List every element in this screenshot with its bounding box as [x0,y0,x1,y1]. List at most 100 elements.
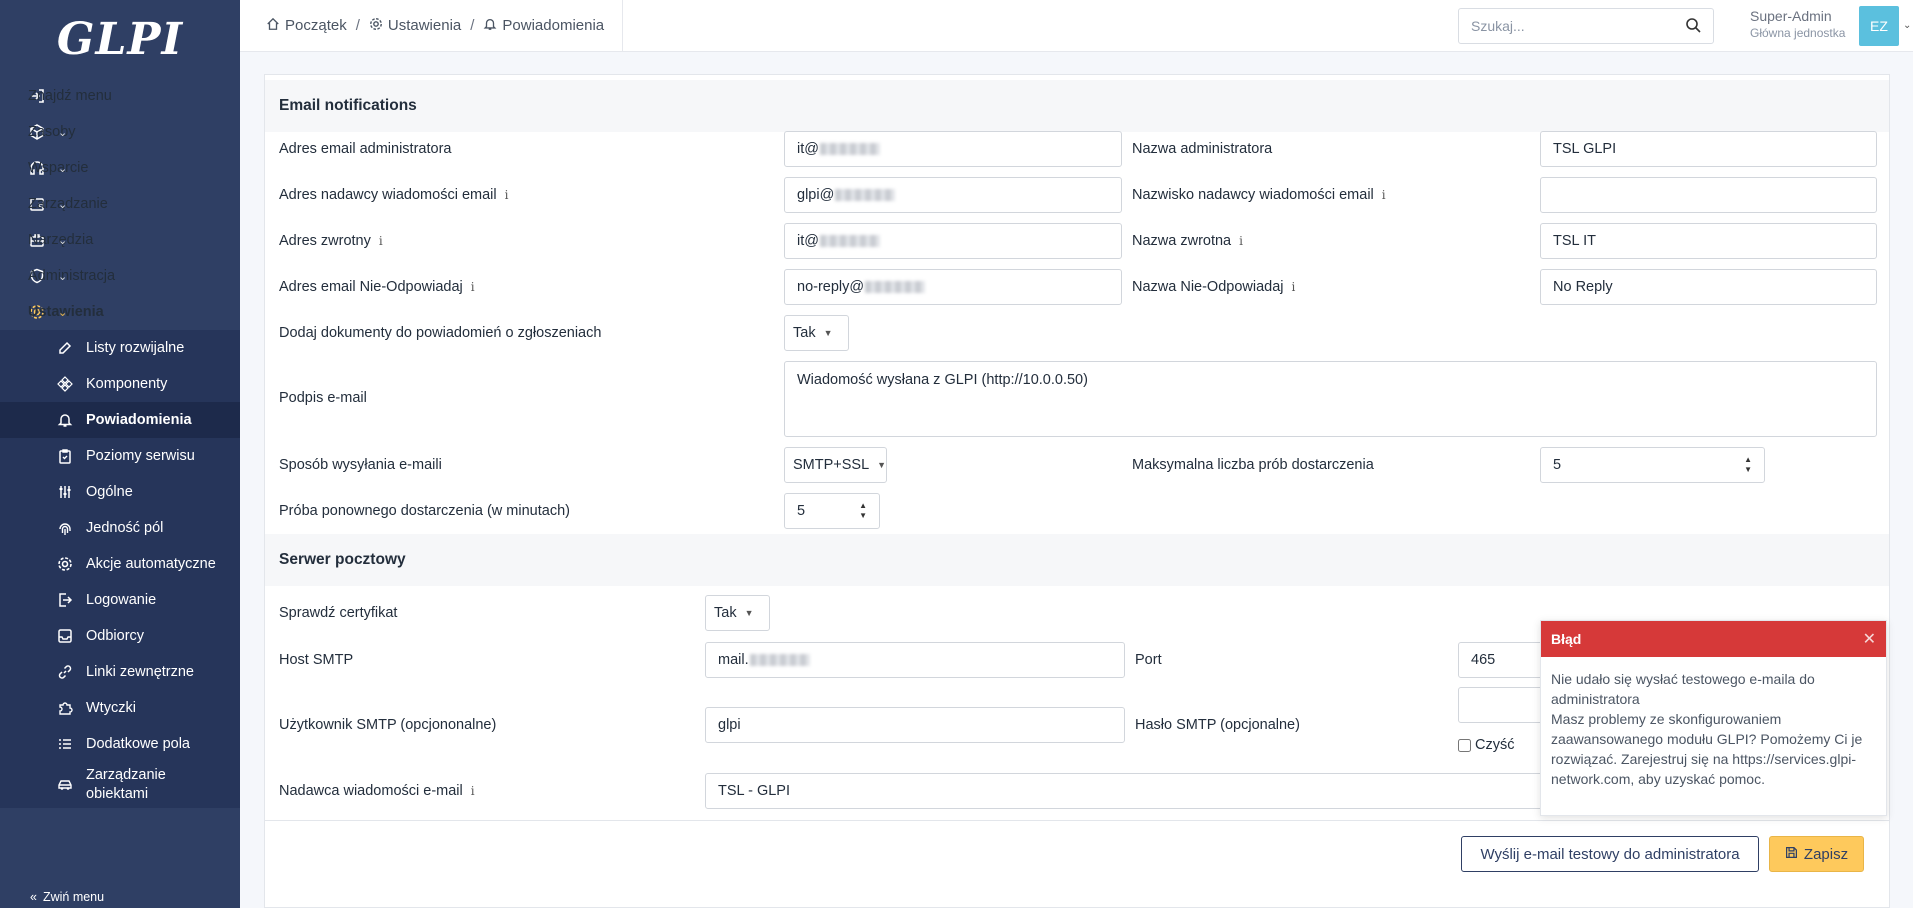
search-icon[interactable] [1685,17,1701,36]
info-icon[interactable]: i [1382,188,1386,202]
field-value: no-reply@ [797,279,865,295]
save-button[interactable]: Zapisz [1769,836,1864,872]
collapse-menu-button[interactable]: « Zwiń menu [30,890,104,904]
sidebar-item-poziomy-serwisu[interactable]: Poziomy serwisu [0,438,240,474]
button-label: Wyślij e-mail testowy do administratora [1480,845,1740,863]
sidebar-item-dodatkowe-pola[interactable]: Dodatkowe pola [0,726,240,762]
sidebar-item-label: Odbiorcy [86,628,145,644]
redacted-text [819,143,880,155]
spinner-arrows-icon[interactable]: ▲ ▼ [1744,455,1752,475]
error-toast: Błąd ✕ Nie udało się wysłać testowego e-… [1540,620,1887,816]
chevron-down-icon[interactable]: ⌄ [1903,20,1911,31]
label-text: Adres email Nie-Odpowiadaj [279,279,463,295]
chevron-down-icon: ⌄ [58,198,68,211]
info-icon[interactable]: i [471,784,475,798]
toast-header: Błąd ✕ [1541,621,1886,657]
sidebar-item-label: Zarządzanie [28,196,108,212]
email-from-label: Nadawca wiadomości e-mail i [279,773,475,809]
breadcrumb-separator: / [355,17,360,34]
redacted-text [819,235,880,247]
sidebar-item-label: Wtyczki [86,700,136,716]
info-icon[interactable]: i [471,280,475,294]
sidebar-item-linki-zewnetrzne[interactable]: Linki zewnętrzne [0,654,240,690]
button-label: Zapisz [1803,845,1849,863]
sidebar-item-komponenty[interactable]: Komponenty [0,366,240,402]
admin-email-field[interactable]: it@ [784,131,1122,167]
sidebar-item-narzedzia[interactable]: Narzędzia ⌄ [0,222,240,258]
glpi-logo[interactable]: GLPI [0,0,240,78]
search-input[interactable] [1471,18,1685,34]
label-text: Sposób wysyłania e-maili [279,457,442,473]
sidebar-item-wsparcie[interactable]: Wsparcie ⌄ [0,150,240,186]
breadcrumb-settings[interactable]: Ustawienia [369,17,461,35]
redacted-text [865,281,926,293]
noreply-name-field[interactable]: No Reply [1540,269,1877,305]
clear-checkbox[interactable] [1458,738,1471,752]
field-value: it@ [797,141,819,157]
caret-down-icon: ▼ [877,460,887,470]
sidebar-item-powiadomienia[interactable]: Powiadomienia [0,402,240,438]
info-icon[interactable]: i [1239,234,1243,248]
field-value: No Reply [1553,279,1613,295]
noreply-email-field[interactable]: no-reply@ [784,269,1122,305]
user-menu[interactable]: Super-Admin Główna jednostka [1750,8,1845,40]
reply-email-label: Adres zwrotny i [279,223,383,259]
sidebar-item-listy-rozwijalne[interactable]: Listy rozwijalne [0,330,240,366]
clear-password-checkbox[interactable]: Czyść [1458,737,1514,753]
breadcrumb-home[interactable]: Początek [266,17,347,35]
attach-docs-select[interactable]: Tak ▼ [784,315,849,351]
section-title-text: Serwer pocztowy [279,551,406,568]
list-icon [56,735,74,753]
sidebar-item-find-menu[interactable]: Znajdź menu [0,78,240,114]
sidebar-item-akcje-automatyczne[interactable]: Akcje automatyczne [0,546,240,582]
spinner-arrows-icon[interactable]: ▲ ▼ [859,501,867,521]
sidebar-item-label: Administracja [28,268,116,284]
toast-message: Nie udało się wysłać testowego e-maila d… [1551,671,1815,707]
retry-stepper[interactable]: 5 ▲ ▼ [784,493,880,529]
sidebar-item-zarzadzanie-obiektami[interactable]: Zarządzanie obiektami [0,762,240,808]
sidebar-item-wtyczki[interactable]: Wtyczki [0,690,240,726]
stepper-value: 5 [1553,457,1562,473]
sidebar-item-zasoby[interactable]: Zasoby ⌄ [0,114,240,150]
info-icon[interactable]: i [1292,280,1296,294]
sidebar-item-administracja[interactable]: Administracja ⌄ [0,258,240,294]
clipboard-check-icon [56,447,74,465]
send-method-select[interactable]: SMTP+SSL ▼ [784,447,887,483]
sender-email-field[interactable]: glpi@ [784,177,1122,213]
stepper-value: 5 [797,503,806,519]
breadcrumb-notifications[interactable]: Powiadomienia [483,17,604,35]
field-value: mail. [718,652,749,668]
sidebar-item-odbiorcy[interactable]: Odbiorcy [0,618,240,654]
reply-name-field[interactable]: TSL IT [1540,223,1877,259]
smtp-user-field[interactable]: glpi [705,707,1125,743]
sidebar-item-logowanie[interactable]: Logowanie [0,582,240,618]
label-text: Adres nadawcy wiadomości email [279,187,497,203]
sidebar-item-ogolne[interactable]: Ogólne [0,474,240,510]
info-icon[interactable]: i [505,188,509,202]
sender-name-field[interactable] [1540,177,1877,213]
check-cert-select[interactable]: Tak ▼ [705,595,770,631]
smtp-host-field[interactable]: mail. [705,642,1125,678]
sidebar-item-ustawienia[interactable]: Ustawienia ⌄ [0,294,240,330]
toast-help-tail: , aby uzyskać pomoc. [1630,771,1765,787]
sidebar-item-label: Dodatkowe pola [86,736,190,752]
send-test-email-button[interactable]: Wyślij e-mail testowy do administratora [1461,836,1759,872]
select-value: SMTP+SSL [793,457,870,473]
signature-textarea[interactable]: Wiadomość wysłana z GLPI (http://10.0.0.… [784,361,1877,437]
textarea-value: Wiadomość wysłana z GLPI (http://10.0.0.… [797,372,1088,388]
reply-email-field[interactable]: it@ [784,223,1122,259]
inbox-icon [56,627,74,645]
max-tries-stepper[interactable]: 5 ▲ ▼ [1540,447,1765,483]
info-icon[interactable]: i [379,234,383,248]
breadcrumb-separator: / [470,17,475,34]
field-value: TSL GLPI [1553,141,1617,157]
retry-label: Próba ponownego dostarczenia (w minutach… [279,493,570,529]
admin-name-field[interactable]: TSL GLPI [1540,131,1877,167]
puzzle-icon [56,699,74,717]
avatar[interactable]: EZ [1859,6,1899,46]
cog-icon [56,555,74,573]
sidebar-item-jednosc-pol[interactable]: Jedność pól [0,510,240,546]
sidebar-item-zarzadzanie[interactable]: Zarządzanie ⌄ [0,186,240,222]
email-section-title: Email notifications [265,80,1889,132]
close-icon[interactable]: ✕ [1863,629,1876,649]
